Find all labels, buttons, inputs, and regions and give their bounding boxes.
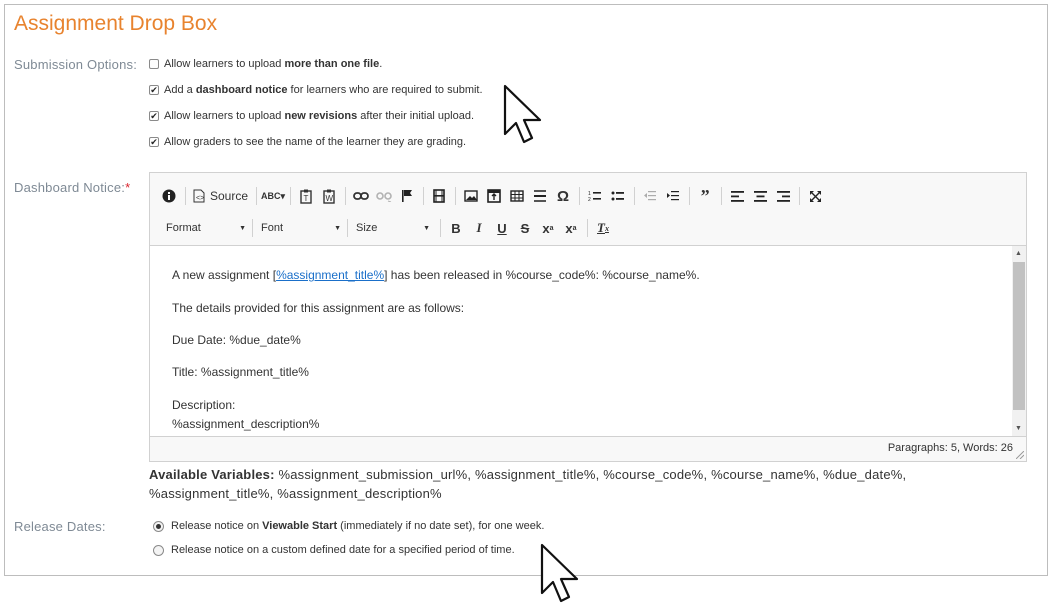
toolbar-row-2: Format ▼ Font ▼ Size ▼ B I U S xa xa Tx <box>158 216 615 240</box>
svg-text:2: 2 <box>588 197 591 202</box>
subscript-icon[interactable]: xa <box>537 217 559 239</box>
available-variables: Available Variables: %assignment_submiss… <box>149 467 907 501</box>
embed-icon[interactable] <box>483 185 505 207</box>
special-char-icon[interactable]: Ω <box>552 185 574 207</box>
chevron-down-icon: ▼ <box>239 224 246 232</box>
editor-toolbar: <> Source ABC▾ T W Ω 12 ” Format ▼ Font … <box>150 173 1026 246</box>
viewable-start-radio[interactable] <box>153 520 164 532</box>
superscript-icon[interactable]: xa <box>560 217 582 239</box>
submission-options-label: Submission Options: <box>14 57 138 72</box>
notice-line-1: A new assignment [%assignment_title%] ha… <box>172 268 700 282</box>
resize-grip-icon[interactable] <box>1016 451 1024 459</box>
about-icon[interactable] <box>158 185 180 207</box>
option-text: Release notice on Viewable Start (immedi… <box>171 520 545 532</box>
indent-icon[interactable] <box>662 185 684 207</box>
page-title: Assignment Drop Box <box>14 12 218 35</box>
notice-line-5b: %assignment_description% <box>172 417 320 431</box>
paste-text-icon[interactable]: T <box>295 185 317 207</box>
media-icon[interactable] <box>428 185 450 207</box>
align-right-icon[interactable] <box>772 185 794 207</box>
anchor-flag-icon[interactable] <box>396 185 418 207</box>
mouse-pointer-icon <box>503 84 542 144</box>
align-center-icon[interactable] <box>749 185 771 207</box>
required-mark: * <box>125 180 131 195</box>
editor-status-bar: Paragraphs: 5, Words: 26 <box>150 436 1026 461</box>
mouse-pointer-icon <box>540 543 579 603</box>
option-text: Add a dashboard notice for learners who … <box>164 84 483 96</box>
editor-content-area[interactable]: A new assignment [%assignment_title%] ha… <box>150 246 1012 436</box>
scroll-down-icon[interactable]: ▼ <box>1015 425 1022 432</box>
option-dashboard-notice[interactable]: ✔ Add a dashboard notice for learners wh… <box>149 84 483 96</box>
dashboard-notice-label: Dashboard Notice:* <box>14 180 131 195</box>
align-left-icon[interactable] <box>726 185 748 207</box>
custom-date-radio[interactable] <box>153 544 164 556</box>
svg-text:T: T <box>304 194 309 203</box>
size-dropdown[interactable]: Size ▼ <box>348 217 436 239</box>
option-text: Allow graders to see the name of the lea… <box>164 136 467 148</box>
dashboard-notice-checkbox[interactable]: ✔ <box>149 85 159 95</box>
release-option-custom-date[interactable]: Release notice on a custom defined date … <box>153 544 515 556</box>
font-dropdown[interactable]: Font ▼ <box>253 217 347 239</box>
source-button[interactable]: <> Source <box>190 185 251 207</box>
notice-line-2: The details provided for this assignment… <box>172 301 465 315</box>
rich-text-editor: <> Source ABC▾ T W Ω 12 ” Format ▼ Font … <box>149 172 1027 462</box>
scroll-up-icon[interactable]: ▲ <box>1015 250 1022 257</box>
outdent-icon[interactable] <box>639 185 661 207</box>
option-text: Allow learners to upload new revisions a… <box>164 110 475 122</box>
multiple-files-checkbox[interactable] <box>149 59 159 69</box>
unlink-icon[interactable] <box>373 185 395 207</box>
underline-icon[interactable]: U <box>491 217 513 239</box>
scrollbar-thumb[interactable] <box>1013 262 1025 410</box>
option-text: Release notice on a custom defined date … <box>171 544 515 556</box>
option-text: Allow learners to upload more than one f… <box>164 58 383 70</box>
remove-format-icon[interactable]: Tx <box>592 217 614 239</box>
numbered-list-icon[interactable]: 12 <box>584 185 606 207</box>
svg-text:W: W <box>326 194 334 203</box>
strikethrough-icon[interactable]: S <box>514 217 536 239</box>
link-icon[interactable] <box>350 185 372 207</box>
assignment-title-link[interactable]: %assignment_title% <box>276 268 384 282</box>
release-option-viewable-start[interactable]: Release notice on Viewable Start (immedi… <box>153 520 544 532</box>
toolbar-row-1: <> Source ABC▾ T W Ω 12 ” <box>158 184 827 208</box>
spellcheck-icon[interactable]: ABC▾ <box>261 185 285 207</box>
grader-names-checkbox[interactable]: ✔ <box>149 137 159 147</box>
table-icon[interactable] <box>506 185 528 207</box>
notice-line-5a: Description: <box>172 398 236 412</box>
option-grader-names[interactable]: ✔ Allow graders to see the name of the l… <box>149 136 466 148</box>
word-count: Paragraphs: 5, Words: 26 <box>887 442 1013 454</box>
release-dates-label: Release Dates: <box>14 519 106 534</box>
option-multiple-files[interactable]: Allow learners to upload more than one f… <box>149 58 382 70</box>
italic-icon[interactable]: I <box>468 217 490 239</box>
chevron-down-icon: ▼ <box>334 224 341 232</box>
notice-line-3: Due Date: %due_date% <box>172 333 301 347</box>
bulleted-list-icon[interactable] <box>607 185 629 207</box>
bold-icon[interactable]: B <box>445 217 467 239</box>
horizontal-rule-icon[interactable] <box>529 185 551 207</box>
paste-word-icon[interactable]: W <box>318 185 340 207</box>
image-icon[interactable] <box>460 185 482 207</box>
format-dropdown[interactable]: Format ▼ <box>158 217 252 239</box>
maximize-icon[interactable] <box>804 185 826 207</box>
new-revisions-checkbox[interactable]: ✔ <box>149 111 159 121</box>
editor-scrollbar[interactable]: ▲ ▼ <box>1012 246 1026 436</box>
chevron-down-icon: ▼ <box>423 224 430 232</box>
blockquote-icon[interactable]: ” <box>694 185 716 207</box>
notice-line-4: Title: %assignment_title% <box>172 365 309 379</box>
svg-text:<>: <> <box>196 195 204 202</box>
option-new-revisions[interactable]: ✔ Allow learners to upload new revisions… <box>149 110 474 122</box>
